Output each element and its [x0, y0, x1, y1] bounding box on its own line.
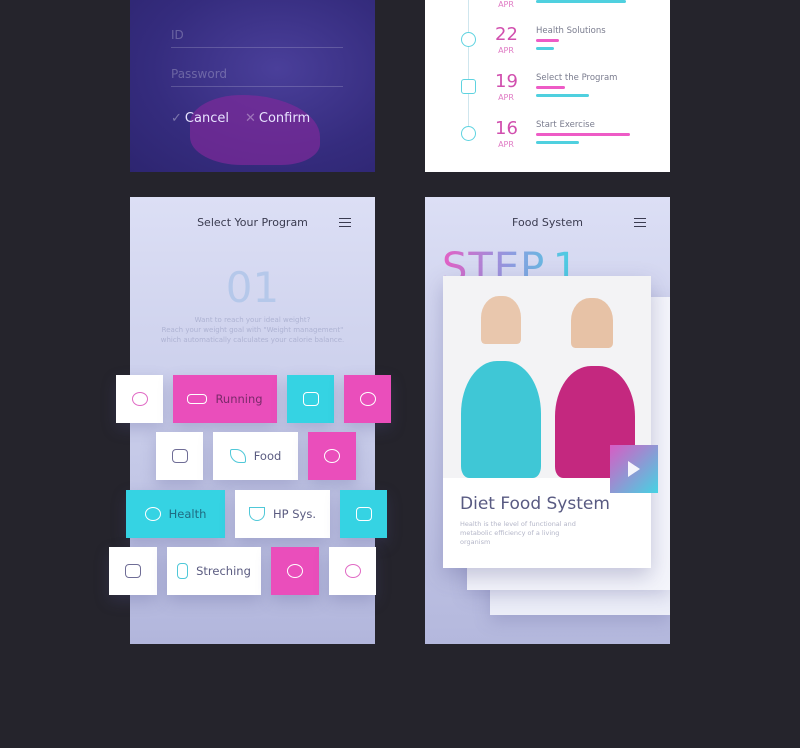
progress-bar	[536, 0, 626, 3]
tile-label: Food	[253, 449, 282, 463]
bag-icon	[171, 449, 188, 463]
month: APR	[498, 140, 514, 149]
kettlebell-icon	[144, 507, 161, 521]
cyan-bar	[536, 47, 555, 50]
background-photo	[190, 95, 320, 165]
play-button[interactable]	[610, 445, 658, 493]
target-icon	[131, 392, 148, 406]
bag-icon	[125, 564, 141, 578]
tile-target[interactable]	[344, 375, 391, 423]
desc-line: which automatically calculates your calo…	[160, 336, 345, 344]
bottle-icon	[177, 563, 189, 579]
food-system-panel: Food System STEP.1 Diet Food System Heal…	[425, 197, 670, 644]
day: 19	[495, 71, 518, 92]
day: 22	[495, 24, 518, 45]
person	[571, 298, 613, 348]
confirm-label: Confirm	[258, 111, 311, 126]
cancel-button[interactable]: ✓ Cancel	[171, 111, 229, 126]
menu-icon[interactable]	[634, 218, 646, 227]
bag-icon	[302, 392, 319, 406]
person	[481, 296, 521, 344]
tile-bag[interactable]	[109, 547, 157, 595]
target-icon	[324, 449, 340, 463]
shoe-icon	[187, 394, 208, 404]
desc-line: Reach your weight goal with "Weight mana…	[161, 326, 344, 334]
tile-label: HP Sys.	[273, 507, 316, 521]
tile-label: Running	[215, 392, 263, 406]
melon-icon	[249, 507, 265, 521]
cyan-bar	[536, 141, 579, 144]
item-title: Select the Program	[536, 73, 618, 83]
day: 16	[495, 118, 518, 139]
description: Want to reach your ideal weight? Reach y…	[130, 315, 375, 345]
cyan-bar	[536, 94, 590, 97]
timeline-panel: APR 22 APR Health Solutions 19 APR Selec…	[425, 0, 670, 172]
card-description: Health is the level of functional and me…	[460, 520, 576, 546]
month: APR	[498, 46, 514, 55]
tile-target[interactable]	[116, 375, 163, 423]
check-icon: ✓	[171, 111, 182, 126]
person	[461, 361, 541, 478]
tile-food[interactable]: Food	[213, 432, 298, 480]
tile-target[interactable]	[308, 432, 356, 480]
tile-bag[interactable]	[156, 432, 203, 480]
food-card[interactable]: Diet Food System Health is the level of …	[443, 276, 651, 568]
cancel-label: Cancel	[184, 111, 229, 126]
step-number: 01	[225, 263, 280, 312]
tile-running[interactable]: Running	[173, 375, 277, 423]
tile-label: Health	[168, 507, 207, 521]
target-icon	[287, 564, 303, 578]
leaf-icon	[229, 449, 246, 463]
password-input[interactable]: Password	[171, 67, 343, 87]
pink-bar	[536, 86, 566, 89]
close-icon: ✕	[245, 111, 256, 126]
timeline-item[interactable]: 19 APR Select the Program	[425, 71, 670, 111]
id-input[interactable]: ID	[171, 28, 343, 48]
timeline-item[interactable]: 16 APR Start Exercise	[425, 118, 670, 158]
month-label: APR	[498, 0, 514, 9]
pink-bar	[536, 39, 560, 42]
target-icon	[344, 564, 361, 578]
confirm-button[interactable]: ✕ Confirm	[245, 111, 310, 126]
desc-line: Want to reach your ideal weight?	[194, 316, 311, 324]
tile-hp-sys[interactable]: HP Sys.	[235, 490, 330, 538]
tile-bag[interactable]	[340, 490, 387, 538]
timeline-item[interactable]: 22 APR Health Solutions	[425, 24, 670, 64]
month: APR	[498, 93, 514, 102]
kettlebell-icon	[461, 126, 476, 141]
target-icon	[461, 32, 476, 47]
tile-stretching[interactable]: Streching	[167, 547, 261, 595]
card-title: Diet Food System	[460, 494, 610, 514]
item-title: Health Solutions	[536, 26, 606, 36]
login-panel: ID Password ✓ Cancel ✕ Confirm	[130, 0, 375, 172]
menu-icon[interactable]	[339, 218, 351, 227]
pink-bar	[536, 133, 631, 136]
tile-target[interactable]	[329, 547, 376, 595]
bag-icon	[355, 507, 372, 521]
target-icon	[359, 392, 376, 406]
bag-icon	[461, 79, 476, 94]
tile-target[interactable]	[271, 547, 319, 595]
item-title: Start Exercise	[536, 120, 595, 130]
tile-bag[interactable]	[287, 375, 334, 423]
tile-label: Streching	[196, 564, 251, 578]
tile-health[interactable]: Health	[126, 490, 225, 538]
